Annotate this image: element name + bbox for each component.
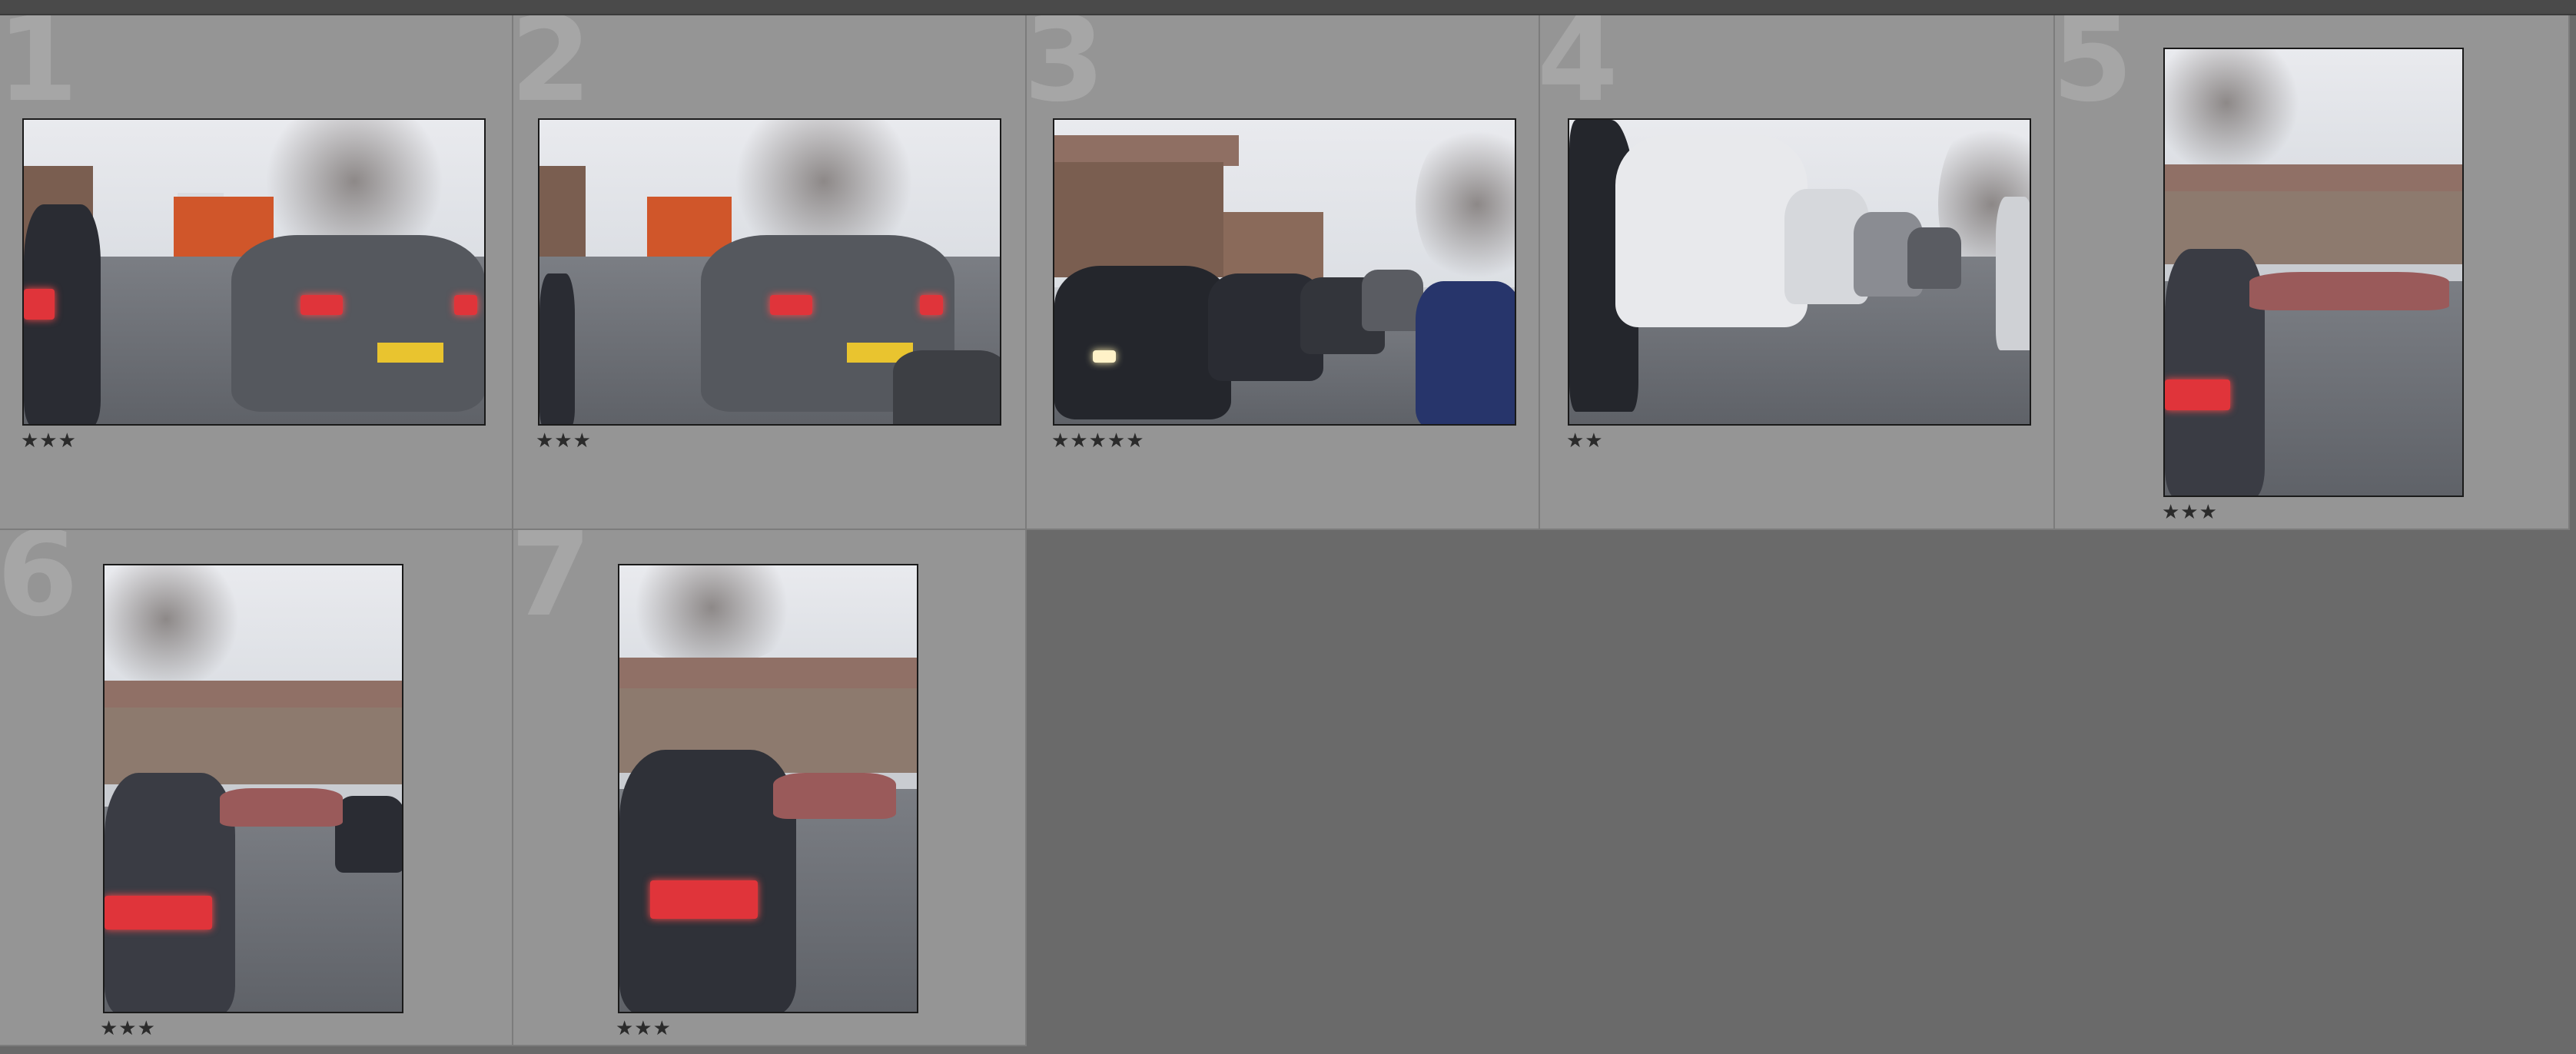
photo-thumbnail[interactable]: [2163, 48, 2464, 497]
cell-number: 3: [1027, 15, 1105, 128]
grid-cell-4[interactable]: 4 ★★: [1540, 15, 2055, 530]
grid-cell-6[interactable]: 6 ★★★: [0, 530, 513, 1046]
empty-grid-area: [1027, 530, 2576, 1054]
cell-number: 4: [1540, 15, 1618, 128]
photo-thumbnail[interactable]: [618, 564, 918, 1013]
photo-thumbnail[interactable]: [1568, 118, 2031, 426]
cell-number: 7: [513, 530, 592, 642]
star-rating[interactable]: ★★★: [21, 431, 77, 451]
star-rating[interactable]: ★★★: [2162, 502, 2218, 522]
grid-cell-2[interactable]: 2 ★★★: [513, 15, 1027, 530]
cell-number: 6: [0, 530, 78, 642]
filmstrip-top-border: [0, 0, 2576, 15]
star-rating[interactable]: ★★★: [536, 431, 592, 451]
grid-cell-3[interactable]: 3 ★★★★★: [1027, 15, 1540, 530]
cell-number: 2: [513, 15, 592, 128]
photo-thumbnail[interactable]: [22, 118, 486, 426]
star-rating[interactable]: ★★: [1566, 431, 1604, 451]
photo-grid: 1 ★★★ 2 ★★★ 3 ★★★★★ 4 ★★ 5 ★★★ 6 ★★★ 7 ★…: [0, 15, 2576, 1054]
grid-cell-5[interactable]: 5 ★★★: [2055, 15, 2570, 530]
star-rating[interactable]: ★★★: [100, 1019, 156, 1039]
cell-number: 1: [0, 15, 78, 128]
photo-thumbnail[interactable]: [538, 118, 1001, 426]
star-rating[interactable]: ★★★★★: [1051, 431, 1145, 451]
grid-cell-7[interactable]: 7 ★★★: [513, 530, 1027, 1046]
cell-number: 5: [2055, 15, 2133, 128]
star-rating[interactable]: ★★★: [616, 1019, 672, 1039]
photo-thumbnail[interactable]: [103, 564, 403, 1013]
grid-cell-1[interactable]: 1 ★★★: [0, 15, 513, 530]
photo-thumbnail[interactable]: [1053, 118, 1516, 426]
